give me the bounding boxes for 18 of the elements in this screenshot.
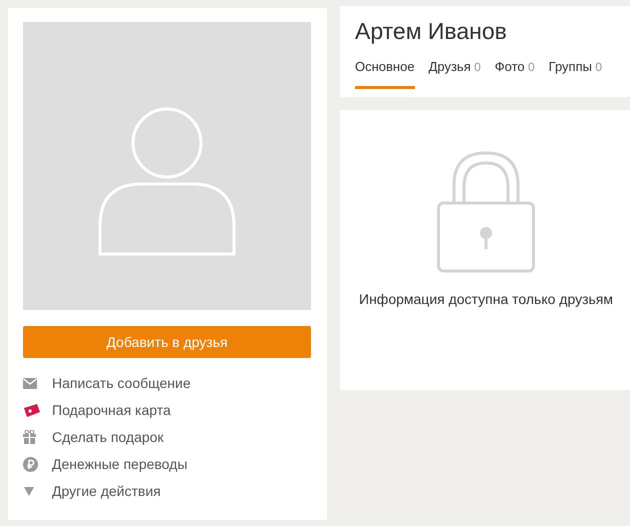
profile-tab[interactable]: Группы 0: [548, 59, 602, 89]
profile-tab[interactable]: Друзья 0: [428, 59, 481, 89]
lock-icon: [437, 151, 535, 273]
action-link[interactable]: Подарочная карта: [23, 401, 312, 419]
gift-card-icon: [23, 404, 40, 416]
person-icon: [97, 106, 237, 256]
triangle-down-icon: [23, 486, 35, 496]
profile-tab[interactable]: Фото 0: [494, 59, 535, 89]
envelope-icon: [23, 378, 37, 388]
ruble-icon: [23, 456, 38, 472]
profile-name: Артем Иванов: [355, 18, 508, 45]
action-link[interactable]: Написать сообщение: [23, 374, 312, 392]
action-link[interactable]: Другие действия: [23, 482, 312, 500]
action-link[interactable]: Денежные переводы: [23, 455, 312, 473]
gift-icon: [23, 430, 36, 444]
private-notice: Информация доступна только друзьям: [359, 291, 613, 307]
profile-tab[interactable]: Основное: [355, 59, 415, 89]
action-link[interactable]: Сделать подарок: [23, 428, 312, 446]
